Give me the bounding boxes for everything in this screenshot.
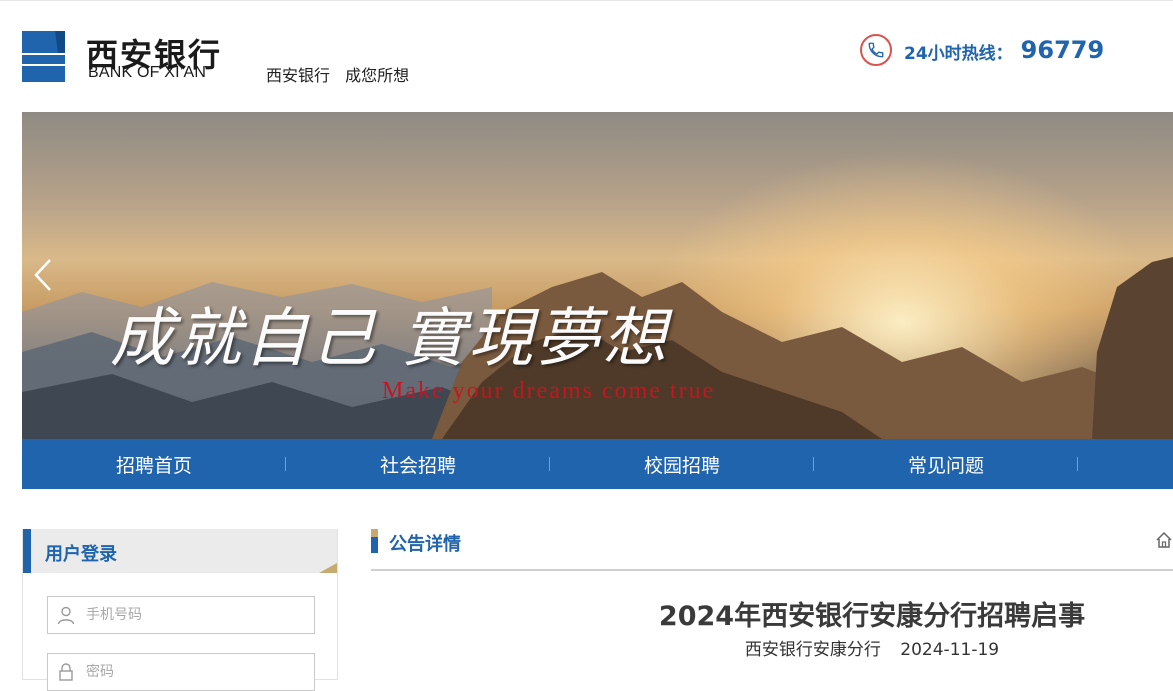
announcement-date: 2024-11-19: [900, 640, 1000, 660]
hotline: 24小时热线： 96779: [860, 31, 1104, 69]
password-input[interactable]: [84, 663, 308, 681]
phone-icon: [860, 34, 892, 66]
announcement-header: 公告详情: [371, 529, 1173, 571]
login-header-corner: [319, 563, 337, 573]
password-field[interactable]: [47, 653, 315, 691]
hero-banner[interactable]: 成就自己 實現夢想 Make your dreams come true: [22, 112, 1173, 439]
announcement-meta: 西安银行安康分行 2024-11-19: [371, 635, 1173, 660]
nav-item-faq[interactable]: 常见问题: [814, 439, 1078, 489]
home-icon[interactable]: [1155, 531, 1173, 549]
login-title: 用户登录: [45, 544, 117, 565]
lock-icon: [48, 662, 84, 682]
hotline-number[interactable]: 96779: [1021, 36, 1105, 64]
banner-title: 成就自己 實現夢想: [110, 302, 670, 376]
nav-item-campus-recruitment[interactable]: 校园招聘: [550, 439, 814, 489]
main-nav: 招聘首页 社会招聘 校园招聘 常见问题: [22, 439, 1173, 489]
nav-item-home[interactable]: 招聘首页: [22, 439, 286, 489]
phone-field[interactable]: [47, 596, 315, 634]
login-header-accent: [23, 529, 31, 573]
logo-english-name: BANK OF XI’AN: [88, 64, 207, 81]
top-divider: [0, 0, 1173, 1]
announcement-section-title: 公告详情: [389, 534, 461, 555]
user-icon: [48, 605, 84, 625]
announcement-title: 2024年西安银行安康分行招聘启事: [658, 601, 1086, 632]
header-slogan: 西安银行 成您所想: [266, 66, 410, 85]
announcement-header-accent-gold: [371, 529, 378, 537]
login-header: 用户登录: [23, 529, 337, 573]
chevron-left-icon[interactable]: [32, 258, 54, 292]
banner-subtitle: Make your dreams come true: [382, 378, 716, 404]
nav-item-social-recruitment[interactable]: 社会招聘: [286, 439, 550, 489]
logo-mark-icon: [22, 31, 65, 82]
phone-input[interactable]: [84, 606, 308, 624]
hotline-label: 24小时热线：: [904, 44, 1013, 64]
announcement-source: 西安银行安康分行: [744, 640, 881, 660]
login-panel: 用户登录: [22, 529, 338, 691]
